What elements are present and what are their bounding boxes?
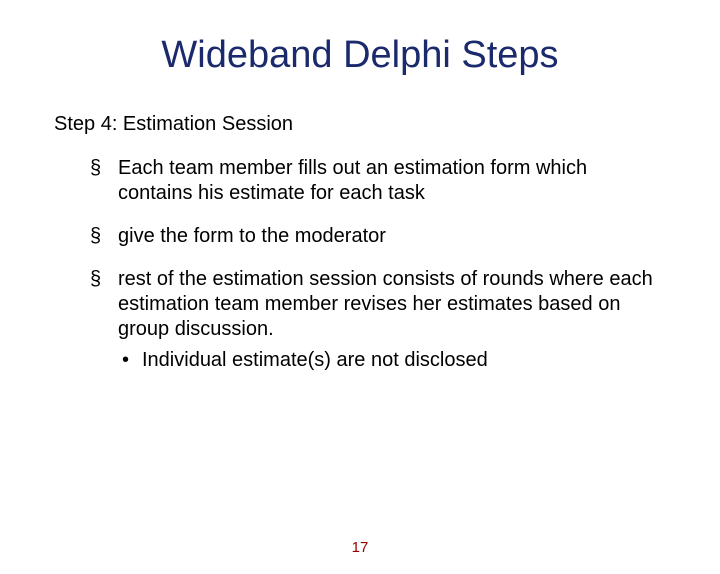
- bullet-text: rest of the estimation session consists …: [118, 268, 653, 340]
- bullet-text: give the form to the moderator: [118, 225, 386, 247]
- sub-list-item: Individual estimate(s) are not disclosed: [122, 348, 660, 373]
- page-number: 17: [0, 539, 720, 556]
- slide-title: Wideband Delphi Steps: [0, 34, 720, 77]
- list-item: Each team member fills out an estimation…: [90, 156, 660, 206]
- slide-subtitle: Step 4: Estimation Session: [54, 113, 720, 136]
- sub-list: Individual estimate(s) are not disclosed: [122, 348, 660, 373]
- sub-bullet-text: Individual estimate(s) are not disclosed: [142, 349, 488, 371]
- bullet-text: Each team member fills out an estimation…: [118, 157, 587, 204]
- bullet-list: Each team member fills out an estimation…: [90, 156, 660, 373]
- list-item: rest of the estimation session consists …: [90, 267, 660, 373]
- list-item: give the form to the moderator: [90, 224, 660, 249]
